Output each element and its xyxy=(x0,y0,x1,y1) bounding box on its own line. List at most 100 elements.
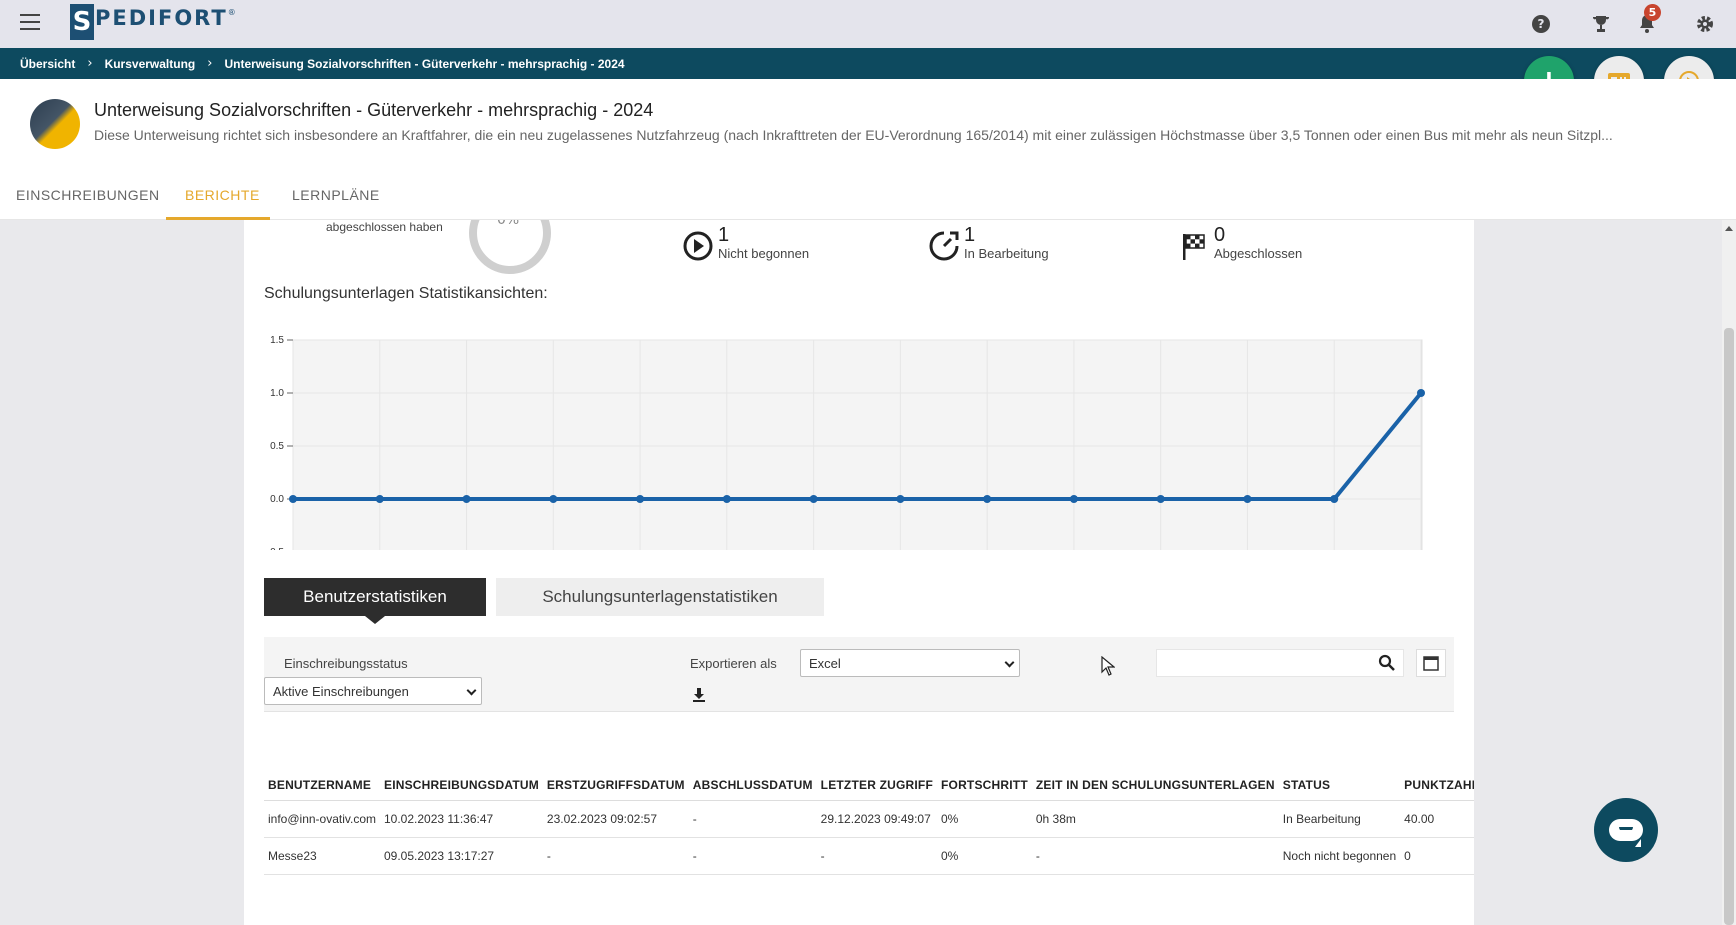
search-input[interactable] xyxy=(1156,649,1404,677)
column-completion-date[interactable]: ABSCHLUSSDATUM xyxy=(688,778,817,801)
cell-time: 0h 38m xyxy=(1031,800,1279,838)
column-first-access[interactable]: ERSTZUGRIFFSDATUM xyxy=(542,778,689,801)
download-icon[interactable] xyxy=(692,687,706,703)
column-time-in-materials[interactable]: ZEIT IN DEN SCHULUNGSUNTERLAGEN xyxy=(1031,778,1279,801)
cell-score: 40.00 xyxy=(1400,800,1474,838)
data-point[interactable] xyxy=(1243,495,1252,503)
cell-completion-date: - xyxy=(688,800,817,838)
chat-button[interactable] xyxy=(1594,798,1658,862)
cell-enrollment-date: 10.02.2023 11:36:47 xyxy=(380,800,543,838)
cell-progress: 0% xyxy=(937,800,1032,838)
export-format-select[interactable]: Excel xyxy=(800,649,1020,677)
in-progress-label: In Bearbeitung xyxy=(964,246,1049,261)
cell-score: 0 xyxy=(1400,837,1474,875)
completion-percent: 0% xyxy=(497,220,520,228)
data-point[interactable] xyxy=(983,495,992,503)
gear-icon[interactable] xyxy=(1694,13,1716,35)
data-point[interactable] xyxy=(289,495,297,503)
search-icon[interactable] xyxy=(1378,654,1396,672)
enrollment-status-select[interactable]: Aktive Einschreibungen xyxy=(264,677,482,705)
play-circle-icon xyxy=(683,231,713,261)
table-row[interactable]: Messe23 09.05.2023 13:17:27 - - - 0% - N… xyxy=(264,837,1474,875)
user-statistics-table: BENUTZERNAME EINSCHREIBUNGSDATUM ERSTZUG… xyxy=(264,778,1474,875)
in-progress-count: 1 xyxy=(964,224,976,246)
cell-status: In Bearbeitung xyxy=(1278,800,1401,838)
chevron-right-icon: › xyxy=(87,56,93,71)
menu-icon[interactable] xyxy=(20,14,40,30)
data-point[interactable] xyxy=(462,495,471,503)
mouse-cursor-icon xyxy=(1101,656,1115,676)
course-header: Unterweisung Sozialvorschriften - Güterv… xyxy=(0,79,1736,169)
y-tick-label: 1.5 xyxy=(270,335,284,346)
data-point[interactable] xyxy=(722,495,731,503)
course-thumbnail xyxy=(30,99,80,149)
cell-last-access: - xyxy=(816,837,937,875)
scroll-up-icon[interactable] xyxy=(1725,226,1733,231)
export-format-value: Excel xyxy=(809,655,841,671)
table-row[interactable]: info@inn-ovativ.com 10.02.2023 11:36:47 … xyxy=(264,800,1474,838)
scroll-thumb[interactable] xyxy=(1724,328,1734,925)
data-point[interactable] xyxy=(1330,495,1339,503)
calendar-icon xyxy=(1423,656,1439,671)
course-title: Unterweisung Sozialvorschriften - Güterv… xyxy=(94,100,654,120)
cell-completion-date: - xyxy=(688,837,817,875)
plot-area xyxy=(292,339,1423,550)
cell-time: - xyxy=(1031,837,1279,875)
export-label: Exportieren als xyxy=(690,656,777,671)
table-header-row: BENUTZERNAME EINSCHREIBUNGSDATUM ERSTZUG… xyxy=(264,778,1474,801)
y-tick-label: 0.0 xyxy=(270,494,284,505)
chevron-down-icon xyxy=(1004,657,1015,668)
logo-registered: ® xyxy=(227,8,236,17)
report-content: abgeschlossen haben 0% 1 Nicht begonnen 1… xyxy=(244,220,1474,925)
filter-bar: Einschreibungsstatus Aktive Einschreibun… xyxy=(264,637,1454,712)
not-started-label: Nicht begonnen xyxy=(718,246,810,261)
enrollment-status-value: Aktive Einschreibungen xyxy=(273,683,409,699)
column-enrollment-date[interactable]: EINSCHREIBUNGSDATUM xyxy=(380,778,543,801)
chevron-right-icon: › xyxy=(207,56,213,71)
tab-learning-plans[interactable]: LERNPLÄNE xyxy=(292,187,380,203)
logo-letter: S xyxy=(70,4,94,40)
tab-reports[interactable]: BERICHTE xyxy=(185,187,260,203)
data-point[interactable] xyxy=(636,495,645,503)
logo[interactable]: S PEDIFORT ® xyxy=(70,4,236,40)
breadcrumb: Übersicht › Kursverwaltung › Unterweisun… xyxy=(0,48,1736,79)
calendar-button[interactable] xyxy=(1416,649,1446,677)
column-score[interactable]: PUNKTZAHL xyxy=(1400,778,1474,801)
cell-status: Noch nicht begonnen xyxy=(1278,837,1401,875)
stat-in-progress: 1 In Bearbeitung xyxy=(928,224,1049,262)
top-bar: S PEDIFORT ® ? 5 xyxy=(0,0,1736,48)
stat-completed: 0 Abgeschlossen xyxy=(1178,224,1302,262)
data-point[interactable] xyxy=(1069,495,1078,503)
y-tick-label: 0.5 xyxy=(270,441,284,452)
course-tabs: EINSCHREIBUNGEN BERICHTE LERNPLÄNE xyxy=(0,169,1736,220)
y-tick-label: 1.0 xyxy=(270,388,284,399)
tab-enrollments[interactable]: EINSCHREIBUNGEN xyxy=(16,187,160,203)
cell-first-access: - xyxy=(542,837,689,875)
breadcrumb-overview[interactable]: Übersicht xyxy=(20,57,75,71)
data-point[interactable] xyxy=(375,495,384,503)
column-status[interactable]: STATUS xyxy=(1278,778,1401,801)
trophy-icon[interactable] xyxy=(1590,13,1612,35)
tab-material-statistics[interactable]: Schulungsunterlagenstatistiken xyxy=(496,578,824,616)
breadcrumb-course-management[interactable]: Kursverwaltung xyxy=(105,57,196,71)
column-progress[interactable]: FORTSCHRITT xyxy=(937,778,1032,801)
logo-text: PEDIFORT xyxy=(95,6,228,30)
data-point[interactable] xyxy=(549,495,558,503)
help-icon[interactable]: ? xyxy=(1530,13,1552,35)
tab-user-statistics[interactable]: Benutzerstatistiken xyxy=(264,578,486,624)
completed-status-label: Abgeschlossen xyxy=(1214,246,1303,261)
data-point[interactable] xyxy=(896,495,905,503)
breadcrumb-current-course: Unterweisung Sozialvorschriften - Güterv… xyxy=(224,56,625,71)
not-started-count: 1 xyxy=(718,224,730,246)
data-point[interactable] xyxy=(1156,495,1165,503)
data-point[interactable] xyxy=(1417,389,1425,397)
chevron-down-icon xyxy=(466,685,477,696)
cell-enrollment-date: 09.05.2023 13:17:27 xyxy=(380,837,543,875)
stat-not-started: 1 Nicht begonnen xyxy=(682,224,809,262)
page-scrollbar[interactable] xyxy=(1722,220,1736,925)
column-last-access[interactable]: LETZTER ZUGRIFF xyxy=(816,778,937,801)
cell-username: Messe23 xyxy=(264,837,380,875)
completed-count: 0 xyxy=(1214,224,1226,246)
column-username[interactable]: BENUTZERNAME xyxy=(264,778,380,801)
data-point[interactable] xyxy=(809,495,818,503)
